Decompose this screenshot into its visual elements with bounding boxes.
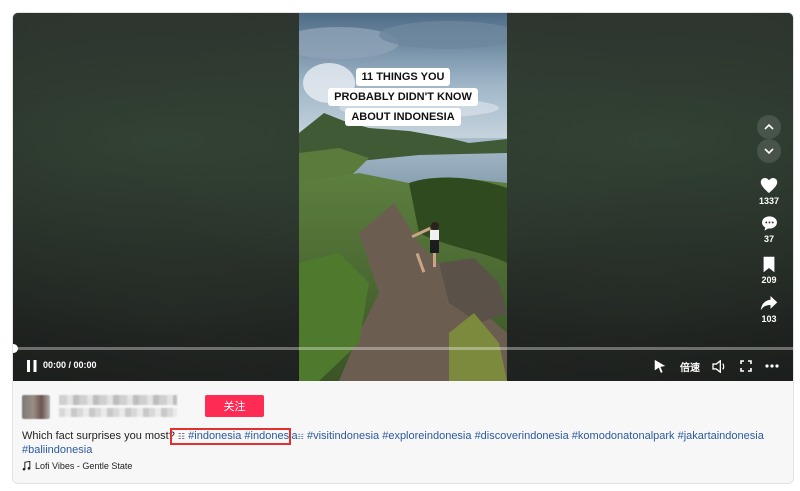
music-note-icon xyxy=(22,461,31,471)
next-video-button[interactable] xyxy=(757,139,781,163)
pause-icon xyxy=(27,360,37,372)
video-frame[interactable]: 11 THINGS YOU PROBABLY DIDN'T KNOW ABOUT… xyxy=(299,13,507,381)
hashtag-jakartaindonesia[interactable]: #jakartaindonesia xyxy=(678,430,764,442)
video-card: 11 THINGS YOU PROBABLY DIDN'T KNOW ABOUT… xyxy=(12,12,794,484)
time-display: 00:00 / 00:00 xyxy=(43,360,97,370)
player-controls: 00:00 / 00:00 倍速 xyxy=(13,355,793,377)
hashtag-exploreindonesia[interactable]: #exploreindonesia xyxy=(382,430,471,442)
hashtag-komodonatonalpark[interactable]: #komodonatonalpark xyxy=(572,430,675,442)
more-dots-icon xyxy=(765,364,779,368)
autoscroll-button[interactable] xyxy=(651,358,669,374)
chevron-up-icon xyxy=(764,123,774,130)
music-title: Lofi Vibes - Gentle State xyxy=(35,461,133,471)
share-arrow-icon xyxy=(760,296,778,311)
bookmark-icon xyxy=(763,256,775,273)
volume-icon xyxy=(711,359,724,373)
volume-button[interactable] xyxy=(710,358,728,374)
avatar[interactable] xyxy=(22,395,50,419)
share-count: 103 xyxy=(761,314,777,324)
author-name-blurred[interactable] xyxy=(59,395,177,405)
like-button[interactable]: 1337 xyxy=(753,177,785,206)
hashtag-visitindonesia[interactable]: #visitindonesia xyxy=(307,430,379,442)
inline-mark-icon-2: ☷ xyxy=(297,434,304,441)
comment-icon xyxy=(761,216,777,231)
previous-video-button[interactable] xyxy=(757,115,781,139)
description-text: Which fact surprises you most? xyxy=(22,430,175,442)
post-description: Which fact surprises you most? ☷ #indone… xyxy=(22,430,782,457)
like-count: 1337 xyxy=(758,196,780,206)
hashtag-baliindonesia[interactable]: #baliindonesia xyxy=(22,444,92,456)
playback-speed-button[interactable]: 倍速 xyxy=(677,358,703,374)
progress-bar[interactable] xyxy=(13,344,793,353)
post-info: 关注 Which fact surprises you most? ☷ #ind… xyxy=(13,381,793,483)
video-title-line-3: ABOUT INDONESIA xyxy=(345,108,461,126)
video-player[interactable]: 11 THINGS YOU PROBABLY DIDN'T KNOW ABOUT… xyxy=(13,13,793,381)
video-title-line-1: 11 THINGS YOU xyxy=(355,68,451,86)
comment-button[interactable]: 37 xyxy=(753,215,785,244)
save-count: 209 xyxy=(761,275,777,285)
fullscreen-button[interactable] xyxy=(737,358,755,374)
cursor-arrow-icon xyxy=(654,359,666,373)
comment-count: 37 xyxy=(763,234,774,244)
pause-button[interactable] xyxy=(25,358,39,374)
fullscreen-icon xyxy=(740,360,752,372)
more-options-button[interactable] xyxy=(763,358,781,374)
music-info[interactable]: Lofi Vibes - Gentle State xyxy=(22,461,132,471)
save-button[interactable]: 209 xyxy=(753,256,785,285)
video-title-overlay: 11 THINGS YOU PROBABLY DIDN'T KNOW ABOUT… xyxy=(299,68,507,126)
heart-icon xyxy=(760,178,778,193)
video-title-line-2: PROBABLY DIDN'T KNOW xyxy=(328,88,478,106)
highlight-box xyxy=(170,428,291,445)
author-id-blurred xyxy=(59,408,177,417)
chevron-down-icon xyxy=(764,148,774,155)
follow-button[interactable]: 关注 xyxy=(205,395,264,417)
hashtag-discoverindonesia[interactable]: #discoverindonesia xyxy=(475,430,569,442)
share-button[interactable]: 103 xyxy=(753,295,785,324)
